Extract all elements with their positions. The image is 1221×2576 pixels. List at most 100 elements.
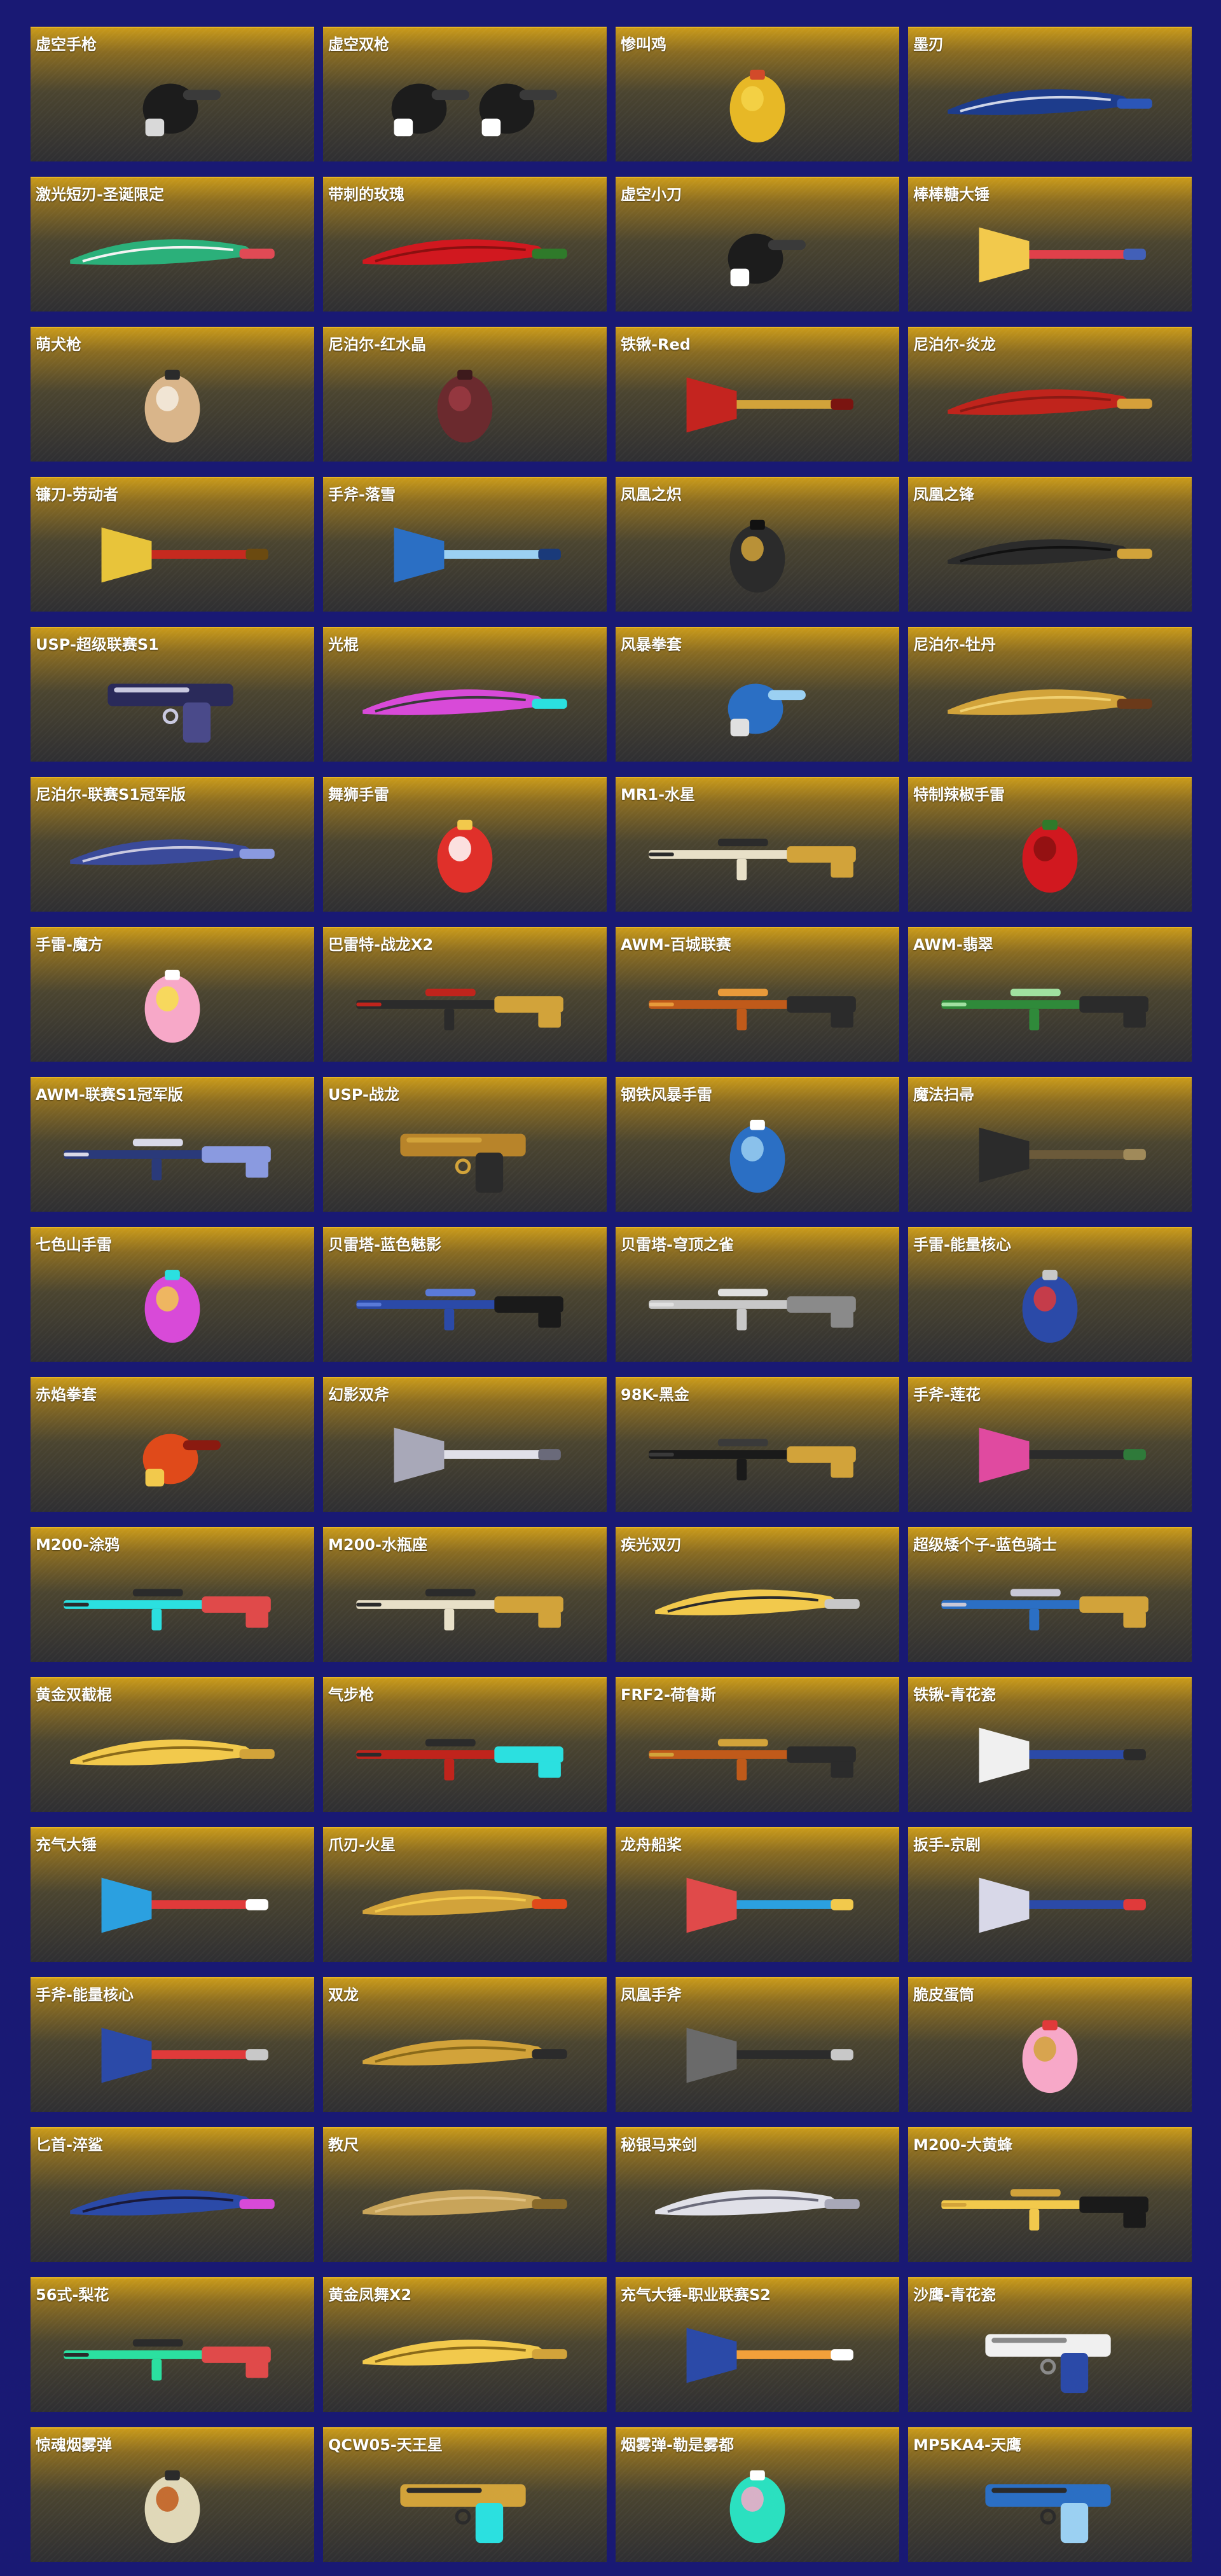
item-name: 双龙 xyxy=(328,1986,359,2004)
item-card[interactable]: 虚空手枪 xyxy=(31,27,314,161)
item-card[interactable]: 幻影双斧 xyxy=(323,1377,607,1512)
item-card[interactable]: 双龙 xyxy=(323,1977,607,2112)
item-card[interactable]: 超级矮个子-蓝色骑士 xyxy=(908,1527,1192,1662)
item-card[interactable]: 匕首-淬鲨 xyxy=(31,2127,314,2262)
item-card[interactable]: 萌犬枪 xyxy=(31,327,314,462)
item-card[interactable]: 脆皮蛋筒 xyxy=(908,1977,1192,2112)
item-card[interactable]: 镰刀-劳动者 xyxy=(31,477,314,612)
item-grid: 虚空手枪 虚空双枪 惨叫鸡 墨刃 激光短刃-圣诞限定 带刺的玫瑰 虚空小刀 棒棒糖大锤 萌犬枪尼… xyxy=(31,27,1192,2562)
item-card[interactable]: M200-涂鸦 xyxy=(31,1527,314,1662)
item-card[interactable]: 爪刃-火星 xyxy=(323,1827,607,1962)
item-name: 手雷-魔方 xyxy=(36,936,103,954)
item-card[interactable]: 教尺 xyxy=(323,2127,607,2262)
item-name: 秘银马来剑 xyxy=(621,2136,697,2154)
item-card[interactable]: 黄金凤舞X2 xyxy=(323,2277,607,2412)
item-card[interactable]: 黄金双截棍 xyxy=(31,1677,314,1812)
item-card[interactable]: FRF2-荷鲁斯 xyxy=(616,1677,899,1812)
item-card[interactable]: 钢铁风暴手雷 xyxy=(616,1077,899,1212)
mp5ka4-sky-eagle-smg-icon xyxy=(934,2459,1166,2551)
item-name: 脆皮蛋筒 xyxy=(913,1986,974,2004)
item-card[interactable]: 烟雾弹-勒是雾都 xyxy=(616,2427,899,2562)
horror-smoke-grenade-icon xyxy=(56,2459,289,2551)
league-inflatable-hammer-icon xyxy=(641,2309,874,2401)
item-name: MR1-水星 xyxy=(621,786,696,804)
item-card[interactable]: 光棍 xyxy=(323,627,607,762)
item-card[interactable]: 七色山手雷 xyxy=(31,1227,314,1362)
item-name: AWM-翡翠 xyxy=(913,936,993,954)
item-card[interactable]: 充气大锤-职业联赛S2 xyxy=(616,2277,899,2412)
shiba-dog-icon xyxy=(56,359,289,450)
item-card[interactable]: 疾光双刃 xyxy=(616,1527,899,1662)
item-name: M200-水瓶座 xyxy=(328,1536,427,1554)
item-card[interactable]: 惊魂烟雾弹 xyxy=(31,2427,314,2562)
item-name: 铁锹-Red xyxy=(621,336,691,353)
item-card[interactable]: 魔法扫帚 xyxy=(908,1077,1192,1212)
lollipop-hammer-icon xyxy=(934,209,1166,300)
item-card[interactable]: AWM-百城联赛 xyxy=(616,927,899,1062)
item-card[interactable]: 贝雷塔-蓝色魅影 xyxy=(323,1227,607,1362)
item-name: 幻影双斧 xyxy=(328,1386,389,1404)
item-card[interactable]: 风暴拳套 xyxy=(616,627,899,762)
item-card[interactable]: 虚空双枪 xyxy=(323,27,607,161)
item-card[interactable]: 铁锹-Red xyxy=(616,327,899,462)
qcw05-uranus-smg-icon xyxy=(348,2459,581,2551)
item-name: 铁锹-青花瓷 xyxy=(913,1686,996,1704)
item-card[interactable]: 充气大锤 xyxy=(31,1827,314,1962)
red-crystal-kukri-icon xyxy=(348,359,581,450)
item-card[interactable]: 尼泊尔-联赛S1冠军版 xyxy=(31,777,314,912)
item-card[interactable]: 棒棒糖大锤 xyxy=(908,177,1192,312)
item-card[interactable]: 赤焰拳套 xyxy=(31,1377,314,1512)
item-card[interactable]: 尼泊尔-炎龙 xyxy=(908,327,1192,462)
item-card[interactable]: AWM-翡翠 xyxy=(908,927,1192,1062)
item-card[interactable]: 凤凰之炽 xyxy=(616,477,899,612)
item-card[interactable]: 98K-黑金 xyxy=(616,1377,899,1512)
item-card[interactable]: 激光短刃-圣诞限定 xyxy=(31,177,314,312)
item-name: 充气大锤 xyxy=(36,1836,97,1854)
item-card[interactable]: 手斧-能量核心 xyxy=(31,1977,314,2112)
item-card[interactable]: 扳手-京剧 xyxy=(908,1827,1192,1962)
item-card[interactable]: 凤凰手斧 xyxy=(616,1977,899,2112)
item-card[interactable]: 手雷-魔方 xyxy=(31,927,314,1062)
item-card[interactable]: AWM-联赛S1冠军版 xyxy=(31,1077,314,1212)
item-card[interactable]: 贝雷塔-穹顶之雀 xyxy=(616,1227,899,1362)
item-card[interactable]: USP-超级联赛S1 xyxy=(31,627,314,762)
item-card[interactable]: USP-战龙 xyxy=(323,1077,607,1212)
item-name: 光棍 xyxy=(328,636,359,654)
item-card[interactable]: QCW05-天王星 xyxy=(323,2427,607,2562)
item-card[interactable]: M200-水瓶座 xyxy=(323,1527,607,1662)
item-card[interactable]: 巴雷特-战龙X2 xyxy=(323,927,607,1062)
item-card[interactable]: 气步枪 xyxy=(323,1677,607,1812)
item-name: 凤凰手斧 xyxy=(621,1986,682,2004)
item-name: 手斧-莲花 xyxy=(913,1386,981,1404)
item-name: 充气大锤-职业联赛S2 xyxy=(621,2286,771,2304)
flame-glove-icon xyxy=(56,1409,289,1500)
item-name: 风暴拳套 xyxy=(621,636,682,654)
item-card[interactable]: MP5KA4-天鹰 xyxy=(908,2427,1192,2562)
item-card[interactable]: 墨刃 xyxy=(908,27,1192,161)
item-card[interactable]: 秘银马来剑 xyxy=(616,2127,899,2262)
energy-core-grenade-icon xyxy=(934,1259,1166,1350)
item-card[interactable]: 手斧-莲花 xyxy=(908,1377,1192,1512)
item-card[interactable]: 尼泊尔-红水晶 xyxy=(323,327,607,462)
item-card[interactable]: M200-大黄蜂 xyxy=(908,2127,1192,2262)
item-card[interactable]: 尼泊尔-牡丹 xyxy=(908,627,1192,762)
item-card[interactable]: 特制辣椒手雷 xyxy=(908,777,1192,912)
item-card[interactable]: 带刺的玫瑰 xyxy=(323,177,607,312)
item-card[interactable]: 56式-梨花 xyxy=(31,2277,314,2412)
item-card[interactable]: 手雷-能量核心 xyxy=(908,1227,1192,1362)
item-card[interactable]: 舞狮手雷 xyxy=(323,777,607,912)
christmas-laser-blade-icon xyxy=(56,209,289,300)
item-card[interactable]: 虚空小刀 xyxy=(616,177,899,312)
awm-league-sniper-icon xyxy=(641,959,874,1050)
item-card[interactable]: 惨叫鸡 xyxy=(616,27,899,161)
item-card[interactable]: 铁锹-青花瓷 xyxy=(908,1677,1192,1812)
item-name: 手雷-能量核心 xyxy=(913,1236,1011,1254)
item-card[interactable]: 凤凰之锋 xyxy=(908,477,1192,612)
item-name: AWM-百城联赛 xyxy=(621,936,731,954)
item-name: 尼泊尔-炎龙 xyxy=(913,336,996,353)
item-card[interactable]: 沙鹰-青花瓷 xyxy=(908,2277,1192,2412)
m200-aquarius-sniper-icon xyxy=(348,1559,581,1650)
item-card[interactable]: 龙舟船桨 xyxy=(616,1827,899,1962)
item-card[interactable]: 手斧-落雪 xyxy=(323,477,607,612)
item-card[interactable]: MR1-水星 xyxy=(616,777,899,912)
